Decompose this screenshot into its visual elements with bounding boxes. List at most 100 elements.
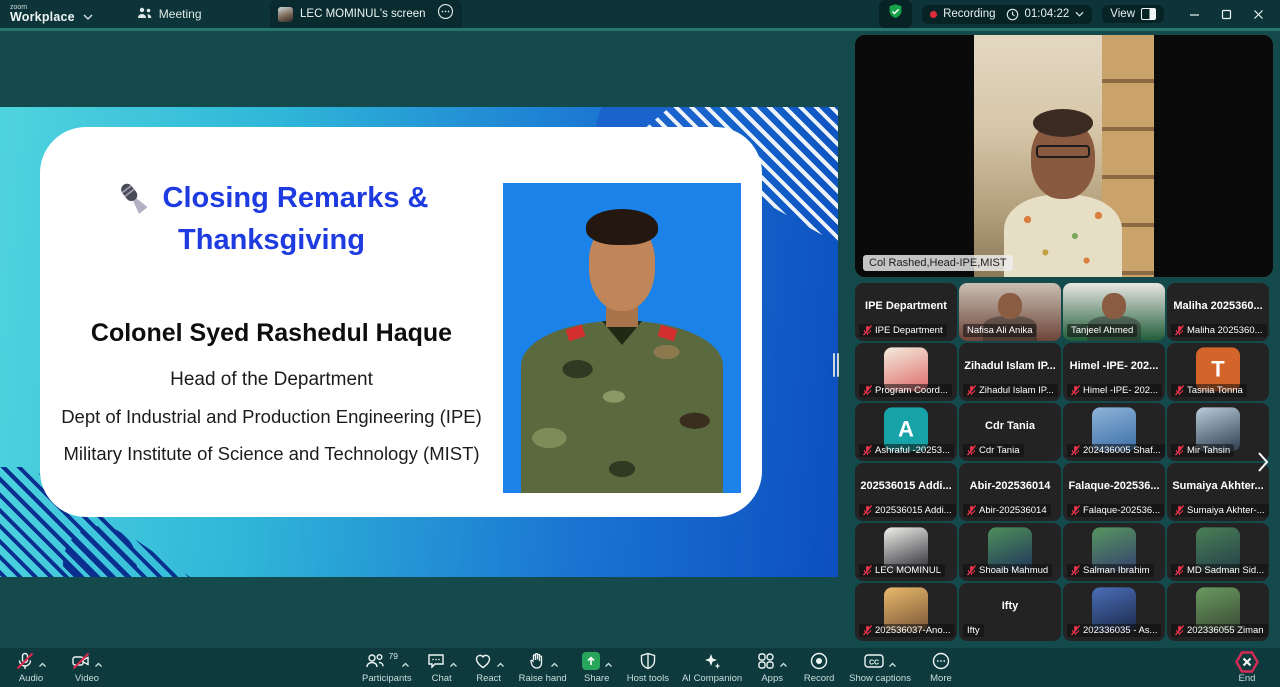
- participant-label: Sumaiya Akhter-...: [1171, 504, 1269, 517]
- participant-tile[interactable]: 202436005 Shaf...: [1063, 403, 1165, 461]
- chevron-up-icon[interactable]: [550, 655, 559, 673]
- mic-muted-icon: [863, 505, 872, 516]
- react-button[interactable]: React: [472, 651, 506, 684]
- end-button[interactable]: End: [1230, 651, 1264, 684]
- record-button[interactable]: Record: [802, 651, 836, 684]
- mic-muted-icon: [863, 445, 872, 456]
- participant-label-text: MD Sadman Sid...: [1187, 565, 1264, 576]
- microphone-icon: [115, 180, 151, 216]
- mic-muted-icon: [967, 565, 976, 576]
- captions-button[interactable]: CC Show captions: [849, 651, 911, 684]
- chevron-up-icon[interactable]: [38, 655, 47, 673]
- participant-tile[interactable]: Shoaib Mahmud: [959, 523, 1061, 581]
- participant-label-text: Ashraful -20253...: [875, 445, 950, 456]
- svg-text:CC: CC: [869, 660, 879, 667]
- participant-tile[interactable]: T Tasnia Tonna: [1167, 343, 1269, 401]
- participant-label: 202336035 - As...: [1067, 624, 1161, 637]
- chevron-up-icon[interactable]: [888, 655, 897, 673]
- participant-label: Ifty: [963, 624, 984, 637]
- participants-count-badge: 79: [389, 652, 398, 660]
- participant-tile[interactable]: Abir-202536014 Abir-202536014: [959, 463, 1061, 521]
- maximize-button[interactable]: [1212, 3, 1240, 25]
- recording-indicator[interactable]: Recording 01:04:22: [922, 5, 1092, 24]
- video-button[interactable]: Video: [70, 651, 104, 684]
- minimize-button[interactable]: [1180, 3, 1208, 25]
- participant-tile[interactable]: Ifty Ifty: [959, 583, 1061, 641]
- participant-label-text: Nafisa Ali Anika: [967, 325, 1032, 336]
- participant-label-text: Tanjeel Ahmed: [1071, 325, 1133, 336]
- active-speaker-video[interactable]: Col Rashed,Head-IPE,MIST: [855, 35, 1273, 277]
- participant-label: Program Coord...: [859, 384, 952, 397]
- participant-tile[interactable]: Himel -IPE- 202... Himel -IPE- 202...: [1063, 343, 1165, 401]
- participant-label: Tasnia Tonna: [1171, 384, 1247, 397]
- avatar: [278, 7, 293, 22]
- participant-tile[interactable]: Salman Ibrahim: [1063, 523, 1165, 581]
- participant-tile[interactable]: LEC MOMINUL: [855, 523, 957, 581]
- participant-tile[interactable]: 202536037-Ano...: [855, 583, 957, 641]
- ellipsis-circle-icon[interactable]: [437, 3, 454, 25]
- tab-meeting[interactable]: Meeting: [127, 0, 212, 28]
- apps-button[interactable]: Apps: [755, 651, 789, 684]
- participant-name: Himel -IPE- 202...: [1067, 343, 1161, 389]
- speaker-role: Head of the Department: [40, 369, 503, 391]
- audio-button[interactable]: Audio: [14, 651, 48, 684]
- participant-tile[interactable]: Maliha 2025360... Maliha 2025360...: [1167, 283, 1269, 341]
- participant-tile[interactable]: Program Coord...: [855, 343, 957, 401]
- participant-label-text: Maliha 2025360...: [1187, 325, 1263, 336]
- raise-hand-button[interactable]: Raise hand: [519, 651, 567, 684]
- participant-tile[interactable]: Nafisa Ali Anika: [959, 283, 1061, 341]
- participant-name: Maliha 2025360...: [1171, 283, 1265, 329]
- meeting-timer: 01:04:22: [1025, 8, 1070, 20]
- people-icon: [137, 6, 153, 23]
- next-participants-page-button[interactable]: [1254, 451, 1272, 477]
- chevron-right-icon: [1257, 451, 1269, 478]
- chevron-up-icon[interactable]: [94, 655, 103, 673]
- chevron-up-icon[interactable]: [604, 655, 613, 673]
- participant-label-text: 202336035 - As...: [1083, 625, 1157, 636]
- participant-tile[interactable]: A Ashraful -20253...: [855, 403, 957, 461]
- participant-tile[interactable]: IPE Department IPE Department: [855, 283, 957, 341]
- participant-tile[interactable]: 202336035 - As...: [1063, 583, 1165, 641]
- participant-tile[interactable]: Cdr Tania Cdr Tania: [959, 403, 1061, 461]
- meeting-content-area: Closing Remarks & Thanksgiving Colonel S…: [0, 31, 1280, 648]
- view-button[interactable]: View: [1102, 5, 1164, 23]
- mic-muted-icon: [967, 385, 976, 396]
- participant-label-text: Ifty: [967, 625, 980, 636]
- chevron-down-icon[interactable]: [1075, 11, 1084, 17]
- participant-tile[interactable]: Zihadul Islam IP... Zihadul Islam IP...: [959, 343, 1061, 401]
- participant-tile[interactable]: 202536015 Addi... 202536015 Addi...: [855, 463, 957, 521]
- participant-label: 202536015 Addi...: [859, 504, 956, 517]
- participants-button[interactable]: 79 Participants: [362, 651, 412, 684]
- share-button[interactable]: Share: [580, 651, 614, 684]
- mic-muted-icon: [1175, 625, 1184, 636]
- host-tools-button[interactable]: Host tools: [627, 651, 669, 684]
- record-dot-icon: [930, 11, 937, 18]
- more-button[interactable]: More: [924, 651, 958, 684]
- participant-tile[interactable]: 202336055 Ziman: [1167, 583, 1269, 641]
- clock-icon: [1006, 8, 1019, 21]
- close-button[interactable]: [1244, 3, 1272, 25]
- ai-companion-button[interactable]: AI Companion: [682, 651, 742, 684]
- participant-label: Tanjeel Ahmed: [1067, 324, 1137, 337]
- mic-muted-icon: [863, 385, 872, 396]
- tab-shared-screen[interactable]: LEC MOMINUL's screen: [270, 0, 462, 28]
- security-badge[interactable]: [879, 0, 912, 28]
- chevron-up-icon[interactable]: [779, 655, 788, 673]
- participant-name: Cdr Tania: [963, 403, 1057, 449]
- chevron-up-icon[interactable]: [401, 655, 410, 673]
- chevron-up-icon[interactable]: [496, 655, 505, 673]
- speaker-department: Dept of Industrial and Production Engine…: [40, 406, 503, 428]
- participant-tile[interactable]: Falaque-202536... Falaque-202536...: [1063, 463, 1165, 521]
- participant-name: 202536015 Addi...: [859, 463, 953, 509]
- chevron-up-icon[interactable]: [449, 655, 458, 673]
- slide-title-line1: Closing Remarks &: [163, 177, 429, 219]
- participant-tile[interactable]: MD Sadman Sid...: [1167, 523, 1269, 581]
- chat-button[interactable]: Chat: [425, 651, 459, 684]
- participant-label: Salman Ibrahim: [1067, 564, 1154, 577]
- participant-label: 202536037-Ano...: [859, 624, 955, 637]
- panel-resize-handle[interactable]: [833, 353, 841, 377]
- participant-tile[interactable]: Tanjeel Ahmed: [1063, 283, 1165, 341]
- participant-label-text: 202536015 Addi...: [875, 505, 952, 516]
- logo-workplace-text: Workplace: [10, 11, 75, 24]
- chevron-down-icon[interactable]: [83, 7, 93, 25]
